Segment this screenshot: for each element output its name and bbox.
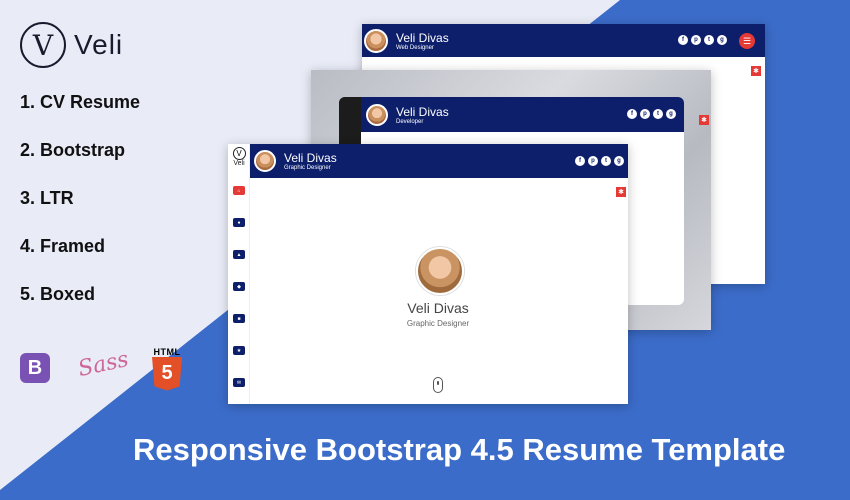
hero-avatar [416,247,464,295]
envelope-icon[interactable]: ✉ [233,378,245,387]
profile-role: Developer [396,118,424,125]
profile-role: Web Designer [396,44,434,51]
home-icon[interactable]: ⌂ [233,186,245,195]
brand-logo: V Veli [20,22,123,68]
avatar [364,28,388,53]
preview-header: Veli Divas Developer f p t g [339,97,684,132]
user-icon[interactable]: ● [233,218,245,227]
preview-header: Veli Divas Graphic Designer f p t g [250,144,628,178]
twitter-icon[interactable]: t [653,109,663,119]
pinterest-icon[interactable]: p [588,156,598,166]
avatar [366,103,388,126]
profile-name: Veli Divas [396,104,449,119]
profile-name: Veli Divas [396,30,449,45]
badge-icon[interactable]: ★ [233,346,245,355]
social-links: f p t g [575,156,624,166]
profile-name: Veli Divas [284,151,337,165]
hamburger-menu-icon[interactable]: ☰ [739,33,755,49]
profile-role: Graphic Designer [284,165,331,171]
feature-item: 3. LTR [20,188,74,208]
feature-item: 1. CV Resume [20,92,141,112]
html5-label: HTML [153,346,181,357]
html5-icon: HTML 5 [146,346,188,391]
hero-role: Graphic Designer [406,319,470,328]
google-plus-icon[interactable]: g [614,156,624,166]
html5-shield: 5 [152,356,182,391]
scroll-mouse-icon[interactable] [433,377,443,393]
promo-banner: V Veli 1. CV Resume 2. Bootstrap 3. LTR … [0,0,850,500]
veli-logo-icon: V [20,22,66,68]
sidebar-logo-text: Veli [233,160,245,167]
google-plus-icon[interactable]: g [666,109,676,119]
preview-header: Veli Divas Web Designer f p t g ☰ [362,24,765,57]
twitter-icon[interactable]: t [704,35,714,45]
hero-name: Veli Divas [407,300,469,316]
feature-item: 5. Boxed [20,284,96,304]
share-icon[interactable]: ◆ [233,282,245,291]
veli-logo-icon: V [232,147,246,160]
pinterest-icon[interactable]: p [691,35,701,45]
sidebar-logo: V Veli [231,147,247,167]
brand-name: Veli [74,29,124,60]
feature-list: 1. CV Resume 2. Bootstrap 3. LTR 4. Fram… [20,90,140,330]
settings-gear-icon[interactable]: ✱ [616,187,626,197]
feature-item: 4. Framed [20,236,106,256]
graduation-icon[interactable]: ▲ [233,250,245,259]
social-links: f p t g [678,35,727,45]
preview-graphic-designer: V Veli ⌂ ● ▲ ◆ ■ ★ ✉ Veli Divas Graphic … [228,144,628,404]
settings-gear-icon[interactable]: ✱ [699,115,709,125]
social-links: f p t g [627,109,676,119]
twitter-icon[interactable]: t [601,156,611,166]
feature-item: 2. Bootstrap [20,140,126,160]
pinterest-icon[interactable]: p [640,109,650,119]
facebook-icon[interactable]: f [678,35,688,45]
google-plus-icon[interactable]: g [717,35,727,45]
avatar [254,150,276,172]
bootstrap-icon: B [20,353,50,383]
settings-gear-icon[interactable]: ✱ [751,66,761,76]
facebook-icon[interactable]: f [627,109,637,119]
facebook-icon[interactable]: f [575,156,585,166]
tagline: Responsive Bootstrap 4.5 Resume Template [133,432,786,467]
sidebar: V Veli ⌂ ● ▲ ◆ ■ ★ ✉ [228,144,250,404]
